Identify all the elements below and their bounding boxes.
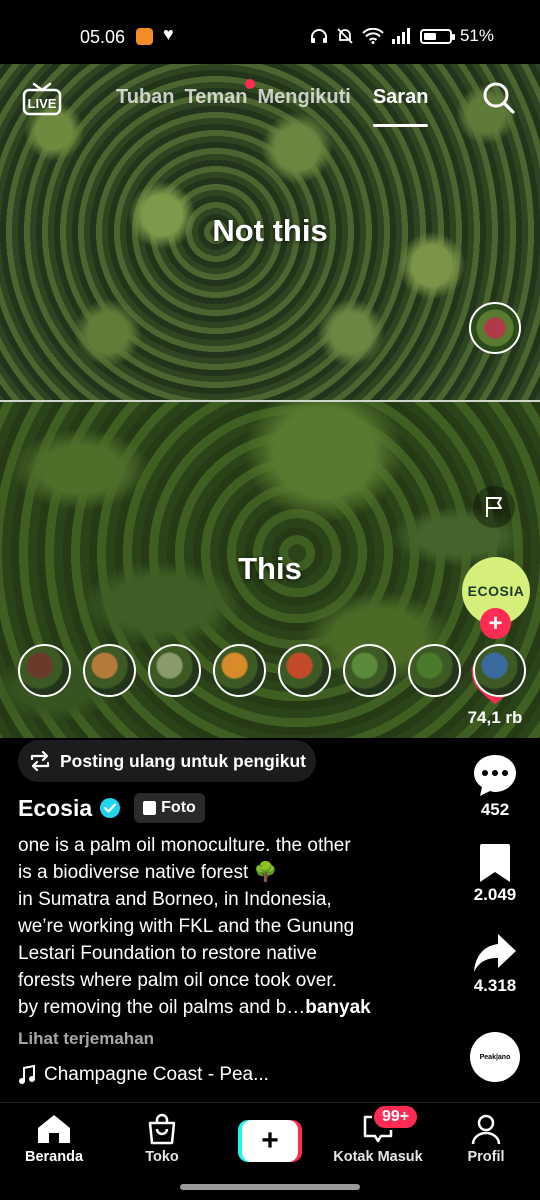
status-bar: 05.06 ♥ 51% [0, 0, 540, 64]
profile-icon [471, 1114, 501, 1145]
nav-profile[interactable]: Profil [436, 1113, 536, 1165]
author-row: Ecosia Foto [18, 793, 205, 823]
shopping-bag-icon [148, 1113, 176, 1145]
caption-top: Not this [212, 213, 328, 248]
description-line: in Sumatra and Borneo, in Indonesia, [18, 889, 332, 910]
headphones-icon [310, 29, 327, 43]
nav-inbox-label: Kotak Masuk [333, 1149, 423, 1165]
nav-profile-label: Profil [467, 1149, 505, 1165]
notification-app-icon [136, 28, 153, 45]
photo-icon [143, 801, 157, 815]
share-arrow-icon [474, 934, 516, 972]
description-line: we’re working with FKL and the Gunung [18, 916, 355, 937]
share-count: 4.318 [473, 976, 517, 995]
bookmark-count: 2.049 [473, 885, 517, 904]
search-icon[interactable] [482, 81, 516, 115]
thumb-red-berries[interactable] [18, 644, 71, 697]
battery-icon [419, 28, 455, 44]
bookmark-button[interactable]: 2.049 [455, 843, 535, 905]
tab-teman-label: Teman [184, 86, 248, 108]
thumb-tree[interactable] [473, 644, 526, 697]
description-line: by removing the oil palms and b…banyak [18, 994, 433, 1021]
live-label: LIVE [28, 96, 57, 111]
carousel-thumbnails [18, 644, 526, 697]
description-truncated: by removing the oil palms and b… [18, 997, 306, 1018]
mute-bell-icon [337, 28, 353, 44]
comment-icon [474, 755, 516, 796]
signal-icon [391, 28, 410, 44]
nav-home-label: Beranda [24, 1149, 84, 1165]
photo-type-chip: Foto [134, 793, 205, 823]
music-title: Champagne Coast - Pea... [44, 1064, 269, 1085]
active-tab-indicator [372, 124, 429, 127]
report-flag-button[interactable] [473, 486, 515, 528]
post-media[interactable]: Not this This [0, 64, 540, 738]
music-disc[interactable]: Peak|ano [470, 1032, 520, 1082]
battery-level [423, 32, 437, 40]
description-line: one is a palm oil monoculture. the other [18, 835, 351, 856]
nav-shop-label: Toko [145, 1149, 179, 1165]
repost-label: Posting ulang untuk pengikut [60, 750, 306, 771]
caption-bottom: This [238, 551, 302, 586]
tab-tuban[interactable]: Tuban [116, 86, 175, 109]
author-name[interactable]: Ecosia [18, 795, 92, 822]
like-count: 74,1 rb [467, 708, 523, 727]
feed-tabs: Tuban Teman Mengikuti Saran [116, 79, 429, 127]
create-post-button[interactable]: + [238, 1120, 302, 1162]
plus-icon: + [242, 1120, 298, 1162]
home-icon [38, 1115, 70, 1143]
follow-button[interactable]: + [480, 608, 511, 639]
see-more-link[interactable]: banyak [305, 997, 370, 1018]
flag-icon [486, 497, 502, 517]
music-note-icon [19, 1065, 35, 1084]
thumb-hanging-plant[interactable] [148, 644, 201, 697]
comment-button[interactable]: 452 [455, 752, 535, 820]
post-description[interactable]: one is a palm oil monoculture. the other… [18, 832, 433, 1021]
repost-icon [30, 750, 50, 772]
description-line: forests where palm oil once took over. [18, 970, 337, 991]
wifi-icon [362, 28, 384, 44]
description-line: is a biodiverse native forest 🌳 [18, 862, 278, 883]
tab-saran[interactable]: Saran [361, 86, 429, 127]
repost-chip[interactable]: Posting ulang untuk pengikut [18, 740, 316, 782]
status-indicators: 51% [310, 26, 494, 46]
see-translation-link[interactable]: Lihat terjemahan [18, 1029, 154, 1049]
tab-mengikuti[interactable]: Mengikuti [258, 86, 351, 109]
comment-count: 452 [480, 800, 510, 819]
nav-shop[interactable]: Toko [112, 1113, 212, 1165]
photo-type-label: Foto [161, 799, 196, 816]
battery-text: 51% [459, 26, 494, 45]
live-icon[interactable]: LIVE [22, 82, 62, 116]
heart-notification-icon: ♥ [163, 24, 174, 44]
top-nav: LIVE Tuban Teman Mengikuti Saran [0, 64, 540, 144]
thumb-green-bark[interactable] [343, 644, 396, 697]
thumb-red-fruit[interactable] [278, 644, 331, 697]
nav-home[interactable]: Beranda [4, 1113, 104, 1165]
carousel-preview-thumb[interactable] [469, 302, 521, 354]
inbox-badge: 99+ [372, 1104, 420, 1130]
tab-saran-label: Saran [372, 86, 429, 108]
thumb-orange-flowers[interactable] [213, 644, 266, 697]
home-indicator[interactable] [180, 1184, 360, 1190]
thumb-fruit-bunch[interactable] [83, 644, 136, 697]
bookmark-icon [480, 844, 510, 882]
thumb-leaves[interactable] [408, 644, 461, 697]
verified-badge-icon [100, 798, 121, 818]
status-time: 05.06 [80, 27, 126, 47]
notification-dot [244, 79, 255, 89]
tab-teman[interactable]: Teman [184, 79, 255, 109]
share-button[interactable]: 4.318 [455, 932, 535, 996]
description-line: Lestari Foundation to restore native [18, 943, 317, 964]
music-row[interactable]: Champagne Coast - Pea... [18, 1064, 269, 1086]
